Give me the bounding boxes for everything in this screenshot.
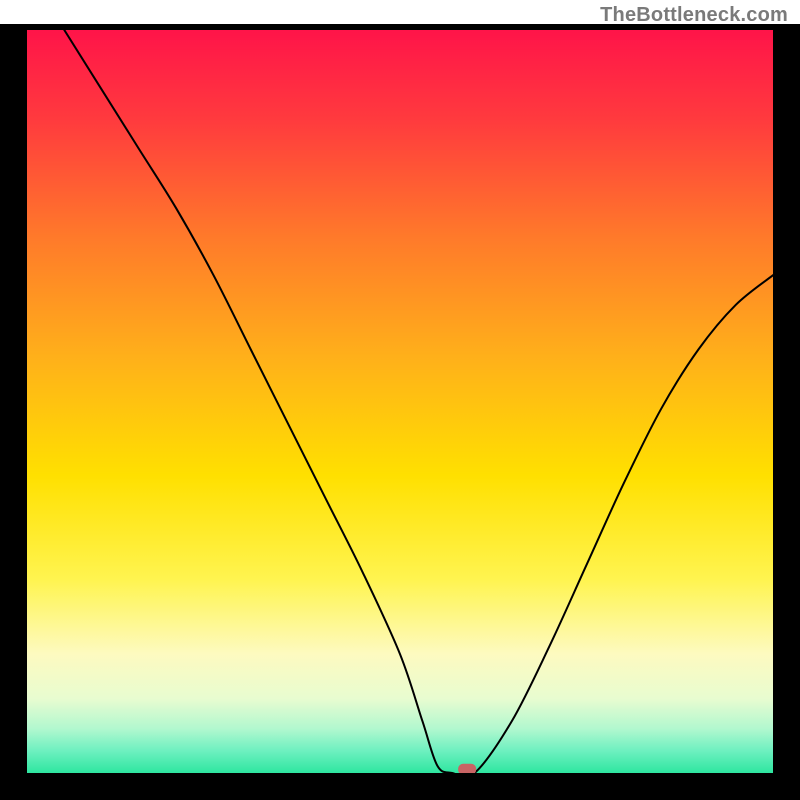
plot-frame <box>0 24 800 800</box>
plot-area <box>27 30 773 773</box>
optimal-marker <box>458 764 476 773</box>
gradient-background <box>27 30 773 773</box>
plot-svg <box>27 30 773 773</box>
chart-stage: TheBottleneck.com <box>0 0 800 800</box>
